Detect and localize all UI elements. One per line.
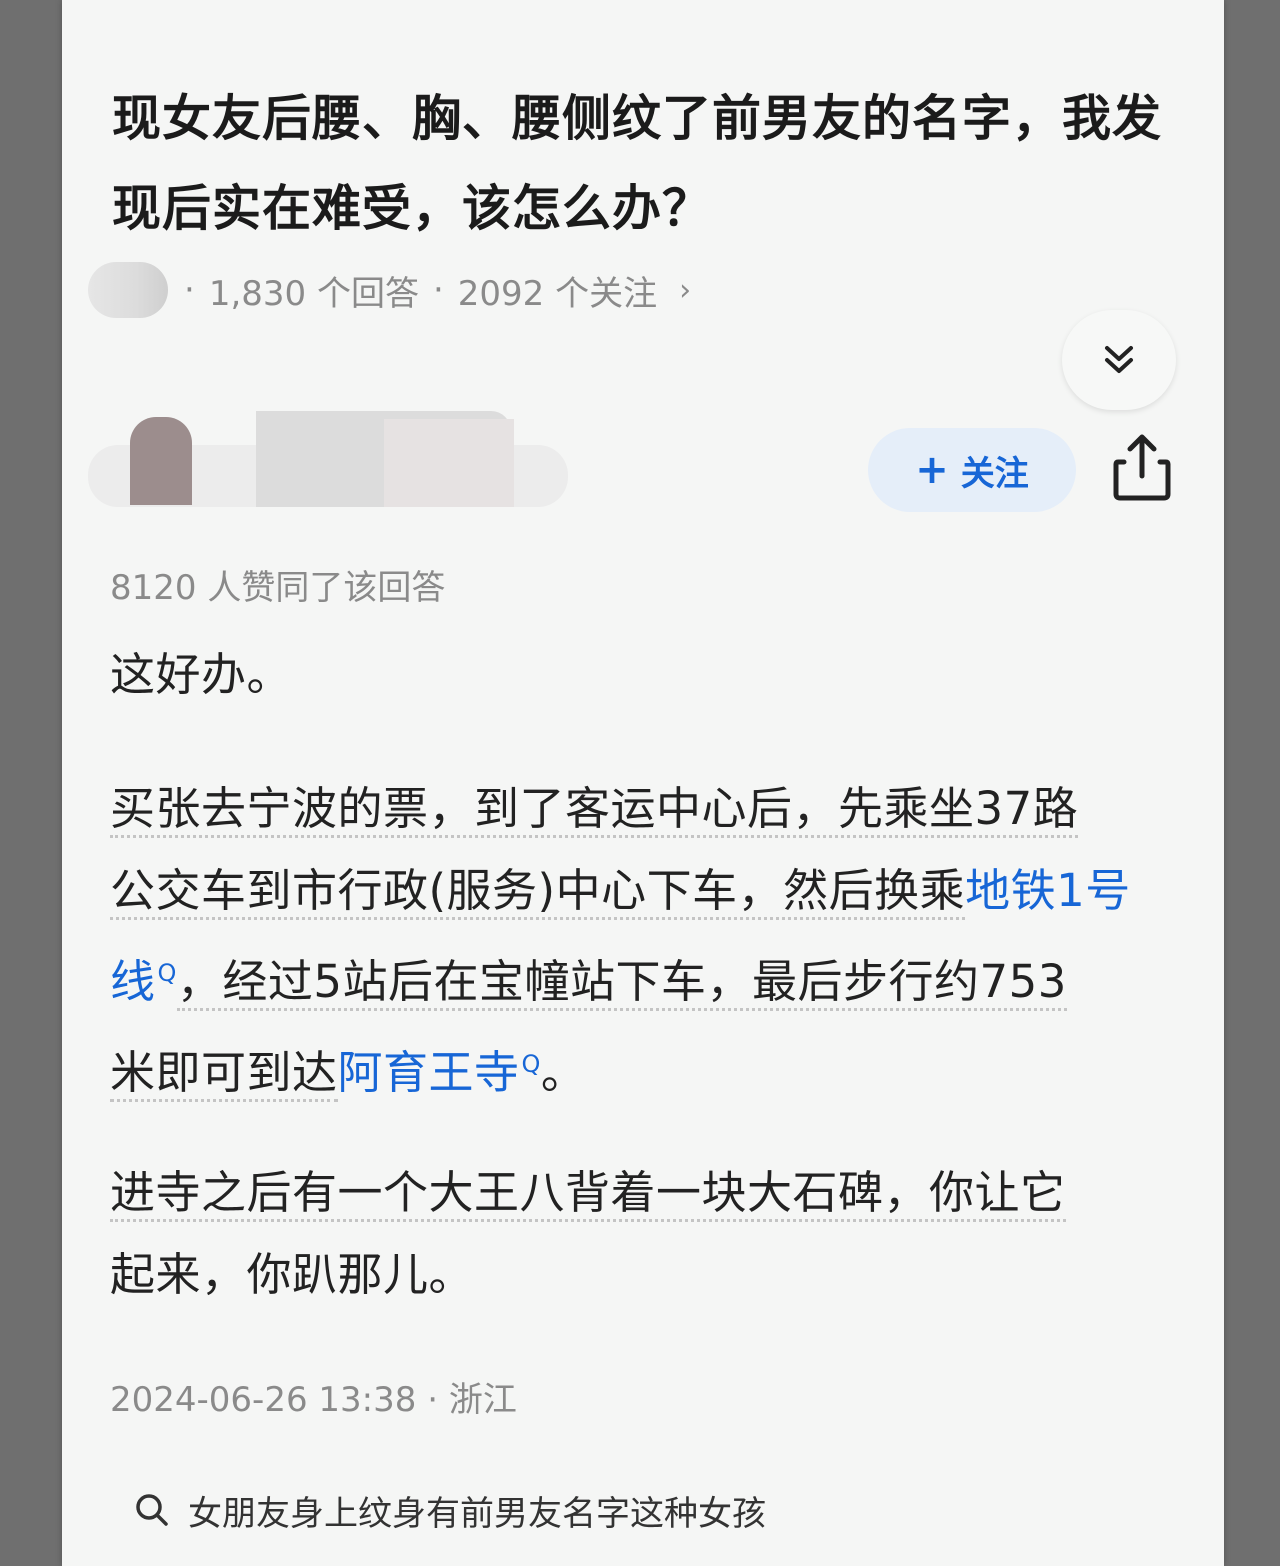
link-text: 阿育王寺 (337, 1046, 520, 1099)
answer-card: 现女友后腰、胸、腰侧纹了前男友的名字，我发现后实在难受，该怎么办？ · 1,83… (62, 0, 1224, 1566)
question-title[interactable]: 现女友后腰、胸、腰侧纹了前男友的名字，我发现后实在难受，该怎么办？ (112, 74, 1172, 254)
meta-separator: · (432, 270, 444, 310)
related-search[interactable]: 女朋友身上纹身有前男友名字这种女孩 (134, 1478, 766, 1542)
timestamp-text: 2024-06-26 13:38 (110, 1380, 417, 1420)
text-line: 。 (540, 1046, 587, 1099)
location-text: 浙江 (448, 1380, 517, 1420)
link-ayuwang-temple[interactable]: 阿育王寺Q (338, 1046, 541, 1099)
text-line: 公交车到市行政(服务)中心下车，然后换乘 (110, 864, 966, 920)
meta-separator: · (184, 270, 195, 310)
related-search-text: 女朋友身上纹身有前男友名字这种女孩 (188, 1493, 766, 1534)
link-search-icon: Q (521, 1050, 541, 1078)
blurred-topic (88, 262, 168, 318)
follow-label: 关注 (960, 453, 1029, 494)
blur-block (384, 419, 514, 507)
share-icon (1113, 434, 1171, 501)
follow-button[interactable]: + 关注 (868, 428, 1076, 512)
follow-count: 2092 个关注 (457, 273, 658, 314)
text-line: ，经过5站后在宝幢站下车，最后步行约753 (176, 955, 1067, 1011)
answer-paragraph-2: 买张去宁波的票，到了客运中心后，先乘坐37路 公交车到市行政(服务)中心下车，然… (110, 768, 1170, 1114)
chevron-right-icon: › (679, 272, 692, 308)
likes-count: 8120 人赞同了该回答 (110, 568, 446, 608)
author-info-blurred[interactable] (88, 395, 573, 525)
meta-separator: · (427, 1380, 449, 1420)
plus-icon: + (915, 447, 949, 493)
search-icon (136, 1494, 168, 1526)
text-line: 进寺之后有一个大王八背着一块大石碑，你让它 (110, 1166, 1066, 1222)
double-chevron-down-icon (1105, 346, 1133, 373)
link-search-icon: Q (157, 959, 177, 987)
answer-timestamp: 2024-06-26 13:38 · 浙江 (110, 1372, 517, 1421)
text-line: 起来，你趴那儿。 (110, 1248, 475, 1301)
answer-count: 1,830 个回答 (208, 273, 419, 314)
answer-paragraph-3: 进寺之后有一个大王八背着一块大石碑，你让它 起来，你趴那儿。 (110, 1152, 1170, 1316)
text-line: 买张去宁波的票，到了客运中心后，先乘坐37路 (110, 782, 1079, 838)
collapse-button[interactable] (1062, 310, 1176, 410)
avatar (130, 417, 192, 505)
answer-paragraph-1: 这好办。 (110, 648, 293, 701)
text-line: 米即可到达 (110, 1046, 338, 1102)
share-button[interactable] (1112, 432, 1172, 502)
question-meta[interactable]: · 1,830 个回答 · 2092 个关注 › (88, 262, 788, 318)
